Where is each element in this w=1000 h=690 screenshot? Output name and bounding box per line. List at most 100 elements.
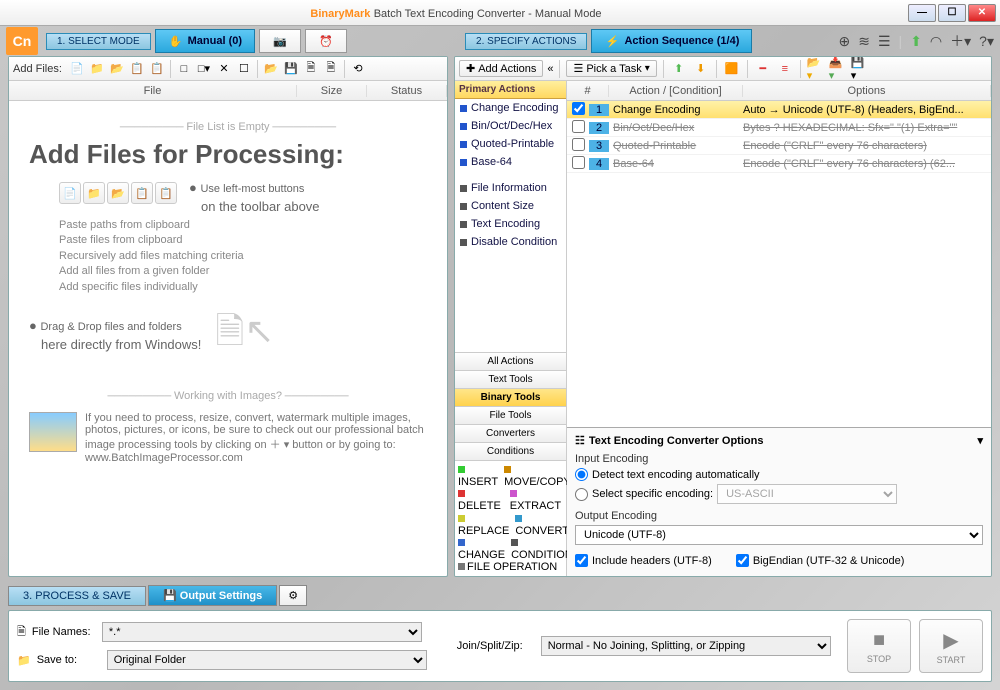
stop-button[interactable]: ■STOP [847,619,911,673]
wifi-icon[interactable]: ◠ [930,33,942,50]
tb-icon[interactable]: ☐ [235,60,253,78]
minimize-button[interactable]: — [908,4,936,22]
start-button[interactable]: ▶START [919,619,983,673]
tab-gear[interactable]: ⚙ [279,585,307,606]
step-2-specify-actions[interactable]: 2. SPECIFY ACTIONS [465,33,587,50]
row-checkbox[interactable] [572,138,585,151]
chevron-down-icon[interactable]: ▾ [977,434,983,447]
camera-icon: 📷 [272,33,288,49]
specific-encoding-select[interactable]: US-ASCII [717,484,897,504]
tab-clock[interactable]: ⏰ [305,29,347,53]
help-icon[interactable]: ?▾ [979,33,994,50]
list-icon[interactable]: ☰ [878,33,891,50]
action-grid: # Action / [Condition] Options 1Change E… [567,81,991,576]
cat-binary-tools[interactable]: Binary Tools [455,388,566,406]
hint-tips: Paste paths from clipboard Paste files f… [59,218,427,295]
open-folder-icon[interactable]: 📂 [262,60,280,78]
copy-icon[interactable]: 🟧 [723,60,741,78]
action-row[interactable]: 1Change EncodingAuto → Unicode (UTF-8) (… [567,101,991,119]
chk-bigendian[interactable]: BigEndian (UTF-32 & Unicode) [736,554,905,567]
radio-specific-encoding[interactable]: Select specific encoding: US-ASCII [575,484,983,504]
row-checkbox[interactable] [572,120,585,133]
tab-manual[interactable]: ✋Manual (0) [155,29,255,53]
paste-files-icon[interactable]: 📋 [128,60,146,78]
plus-icon[interactable]: ＋▾ [950,31,971,51]
open-icon[interactable]: 📂▾ [807,60,825,78]
plus-icon: ✚ [466,62,475,75]
cat-quoted-printable[interactable]: Quoted-Printable [455,135,566,153]
row-action: Bin/Oct/Dec/Hex [613,122,743,134]
action-row[interactable]: 2Bin/Oct/Dec/HexBytes ? HEXADECIMAL: Sfx… [567,119,991,137]
save-icon[interactable]: 💾▾ [851,60,869,78]
collapse-icon[interactable]: « [547,63,553,75]
row-number: 4 [589,158,609,170]
output-encoding-select[interactable]: Unicode (UTF-8) [575,525,983,545]
cat-change-encoding[interactable]: Change Encoding [455,99,566,117]
step-1-select-mode[interactable]: 1. SELECT MODE [46,33,151,50]
tab-camera[interactable]: 📷 [259,29,301,53]
add-folder-icon[interactable]: 📁 [88,60,106,78]
cat-disable-condition[interactable]: Disable Condition [455,233,566,251]
import-icon[interactable]: 📥▾ [829,60,847,78]
settings-icon[interactable]: ≋ [858,33,870,50]
filenames-select[interactable]: *.* [102,622,422,642]
file-list-header: File Size Status [9,81,447,101]
cat-base64[interactable]: Base-64 [455,153,566,171]
titlebar: BinaryMark Batch Text Encoding Converter… [0,0,1000,26]
remove-icon[interactable]: ━ [754,60,772,78]
add-file-icon[interactable]: 📄 [68,60,86,78]
cat-all-actions[interactable]: All Actions [455,352,566,370]
row-number: 3 [589,140,609,152]
color-legend: INSERTMOVE/COPY DELETEEXTRACT REPLACECON… [455,460,566,576]
cat-conditions[interactable]: Conditions [455,442,566,460]
folder-icon: 📁 [17,654,31,667]
add-recursive-icon[interactable]: 📂 [108,60,126,78]
upload-icon[interactable]: ⬆ [910,33,922,50]
col-status[interactable]: Status [367,85,447,97]
cat-text-tools[interactable]: Text Tools [455,370,566,388]
tb-icon[interactable]: □ [175,60,193,78]
save-icon[interactable]: 💾 [282,60,300,78]
add-files-toolbar: Add Files: 📄 📁 📂 📋 📋 □ □▾ ✕ ☐ 📂 💾 🗎 🗎 ⟲ [9,57,447,81]
row-checkbox[interactable] [572,102,585,115]
action-row[interactable]: 4Base-64Encode ("CRLF" every 76 characte… [567,155,991,173]
remove-all-icon[interactable]: ≡ [776,60,794,78]
cat-content-size[interactable]: Content Size [455,197,566,215]
app-logo: Cn [6,27,38,55]
play-icon: ▶ [943,628,958,653]
saveto-select[interactable]: Original Folder [107,650,427,670]
window-title: BinaryMark Batch Text Encoding Converter… [4,6,908,20]
cat-text-encoding[interactable]: Text Encoding [455,215,566,233]
joinsplit-select[interactable]: Normal - No Joining, Splitting, or Zippi… [541,636,831,656]
cat-converters[interactable]: Converters [455,424,566,442]
tb-icon[interactable]: 🗎 [322,60,340,78]
tab-action-sequence[interactable]: ⚡Action Sequence (1/4) [591,29,752,53]
add-actions-button[interactable]: ✚Add Actions [459,60,543,77]
move-up-icon[interactable]: ⬆ [670,60,688,78]
col-size[interactable]: Size [297,85,367,97]
empty-heading: Add Files for Processing: [29,139,427,170]
row-options: Encode ("CRLF" every 76 characters) [743,140,991,152]
tb-icon[interactable]: ✕ [215,60,233,78]
chk-include-headers[interactable]: Include headers (UTF-8) [575,554,712,567]
maximize-button[interactable]: ☐ [938,4,966,22]
cat-file-tools[interactable]: File Tools [455,406,566,424]
col-file[interactable]: File [9,85,297,97]
tab-output-settings[interactable]: 💾 Output Settings [148,585,277,606]
tb-icon[interactable]: ⟲ [349,60,367,78]
save-icon: 💾 [163,590,177,602]
globe-icon[interactable]: ⊕ [839,33,851,50]
tb-icon[interactable]: 🗎 [302,60,320,78]
cat-binocthex[interactable]: Bin/Oct/Dec/Hex [455,117,566,135]
action-row[interactable]: 3Quoted-PrintableEncode ("CRLF" every 76… [567,137,991,155]
tb-icon[interactable]: □▾ [195,60,213,78]
grid-header: # Action / [Condition] Options [567,81,991,101]
radio-auto-detect[interactable]: Detect text encoding automatically [575,468,983,481]
cat-file-info[interactable]: File Information [455,179,566,197]
row-checkbox[interactable] [572,156,585,169]
pick-task-button[interactable]: ☰Pick a Task ▾ [566,60,656,77]
step-3-process-save[interactable]: 3. PROCESS & SAVE [8,586,146,606]
close-button[interactable]: ✕ [968,4,996,22]
move-down-icon[interactable]: ⬇ [692,60,710,78]
paste-paths-icon[interactable]: 📋 [148,60,166,78]
